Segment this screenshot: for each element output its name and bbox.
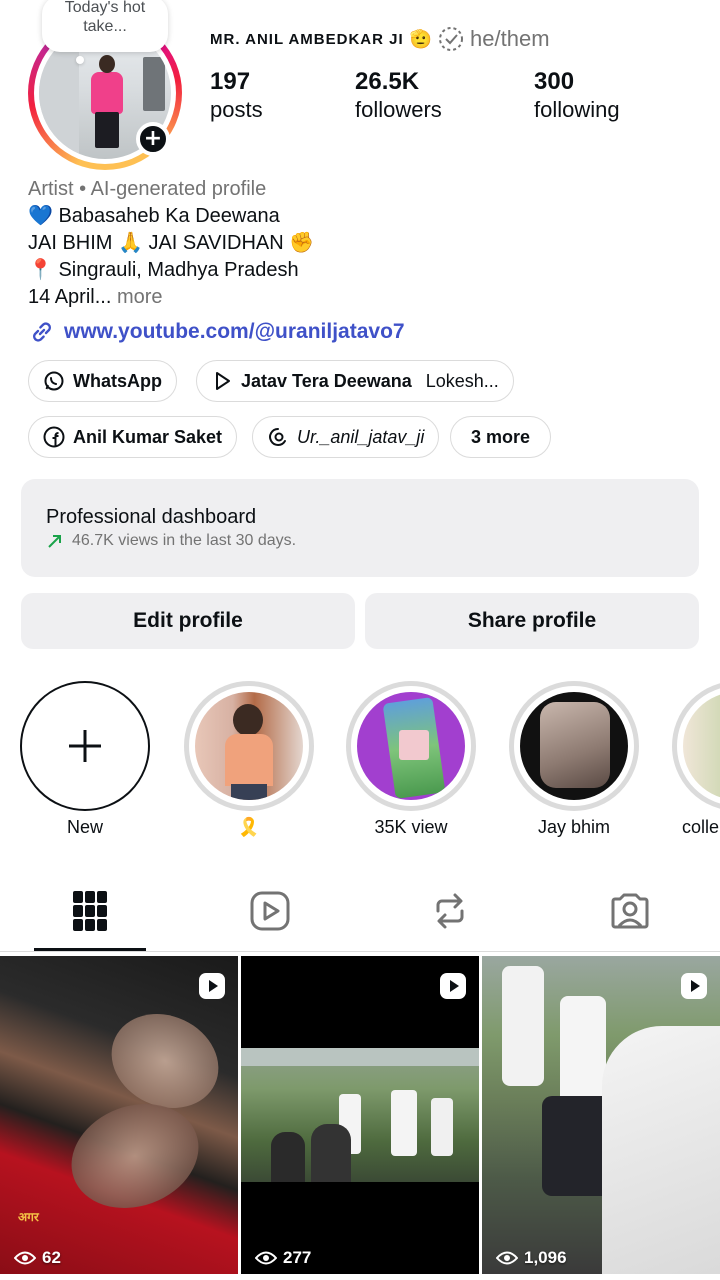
- highlight-item[interactable]: 35K view: [346, 681, 476, 838]
- post-caption-text: अगर: [18, 1210, 39, 1224]
- highlight-item[interactable]: 🎗️: [184, 681, 314, 838]
- highlight-label: Jay bhim: [537, 817, 611, 837]
- tab-posts-grid[interactable]: [0, 870, 180, 952]
- active-tab-indicator: [34, 948, 146, 951]
- share-profile-button[interactable]: Share profile: [365, 593, 699, 649]
- eye-icon: [496, 1251, 518, 1265]
- add-story-button[interactable]: +: [136, 122, 170, 156]
- bio-category: Artist • AI-generated profile: [28, 178, 267, 200]
- stat-posts[interactable]: 197 posts: [210, 68, 263, 124]
- note-bubble[interactable]: Today's hot take...: [42, 0, 168, 52]
- highlight-item[interactable]: Jay bhim: [509, 681, 639, 838]
- play-icon: [216, 372, 230, 390]
- stat-followers[interactable]: 26.5K followers: [355, 68, 442, 124]
- view-count: 277: [255, 1248, 311, 1268]
- threads-icon: [269, 428, 286, 446]
- highlight-item[interactable]: colle: [672, 681, 720, 838]
- whatsapp-chip[interactable]: WhatsApp: [28, 360, 177, 402]
- bio-line: 💙 Babasaheb Ka Deewana: [28, 205, 280, 227]
- view-count: 1,096: [496, 1248, 567, 1268]
- eye-icon: [14, 1251, 36, 1265]
- tab-reels[interactable]: [180, 870, 360, 952]
- reels-icon: [250, 891, 290, 931]
- threads-chip[interactable]: Ur._anil_jatav_ji: [252, 416, 440, 458]
- repost-icon: [436, 893, 464, 929]
- highlight-new[interactable]: New: [20, 681, 150, 838]
- bio-truncated-line: 14 April... more: [28, 286, 163, 308]
- highlight-label: colle: [682, 817, 720, 837]
- post-tile[interactable]: 277: [241, 956, 479, 1274]
- reel-icon: [199, 973, 225, 999]
- tab-reposts[interactable]: [360, 870, 540, 952]
- plus-icon: [69, 730, 101, 762]
- post-tile[interactable]: अगर 62: [0, 956, 238, 1274]
- username[interactable]: MR. ANIL AMBEDKAR JI: [210, 31, 404, 48]
- username-emoji: 🫡: [409, 28, 433, 49]
- threads-badge-icon[interactable]: [438, 26, 464, 52]
- post-tile[interactable]: 1,096: [482, 956, 720, 1274]
- view-count: 62: [14, 1248, 61, 1268]
- grid-icon: [73, 891, 107, 931]
- highlight-label: 35K view: [374, 817, 448, 837]
- reel-icon: [440, 973, 466, 999]
- eye-icon: [255, 1251, 277, 1265]
- whatsapp-icon: [44, 371, 64, 391]
- stat-following[interactable]: 300 following: [534, 68, 620, 124]
- tagged-person-icon: [611, 893, 649, 929]
- trending-up-icon: [48, 535, 61, 548]
- highlight-label: 🎗️: [237, 817, 261, 837]
- professional-dashboard[interactable]: Professional dashboard 46.7K views in th…: [21, 479, 699, 577]
- music-chip[interactable]: Jatav Tera Deewana Lokesh...: [196, 360, 514, 402]
- dashboard-subtitle: 46.7K views in the last 30 days.: [72, 532, 297, 549]
- tab-tagged[interactable]: [540, 870, 720, 952]
- bio: Artist • AI-generated profile 💙 Babasahe…: [28, 176, 314, 311]
- username-row: MR. ANIL AMBEDKAR JI 🫡 he/them: [210, 26, 550, 52]
- pronouns: he/them: [470, 26, 550, 51]
- facebook-chip[interactable]: Anil Kumar Saket: [28, 416, 238, 458]
- facebook-icon: [43, 426, 65, 448]
- note-text: Today's hot take...: [64, 0, 146, 35]
- more-links-chip[interactable]: 3 more: [450, 416, 552, 458]
- reel-icon: [681, 973, 707, 999]
- bio-link[interactable]: www.youtube.com/@uraniljatavo7: [28, 318, 405, 346]
- edit-profile-button[interactable]: Edit profile: [21, 593, 355, 649]
- dashboard-title: Professional dashboard: [46, 506, 257, 528]
- bio-more-link[interactable]: more: [117, 286, 163, 308]
- profile-tabs: [0, 870, 720, 952]
- link-icon: [33, 322, 51, 342]
- highlight-label: New: [66, 817, 103, 837]
- bio-line: JAI BHIM 🙏 JAI SAVIDHAN ✊: [28, 232, 315, 254]
- bio-line: 📍 Singrauli, Madhya Pradesh: [28, 259, 299, 281]
